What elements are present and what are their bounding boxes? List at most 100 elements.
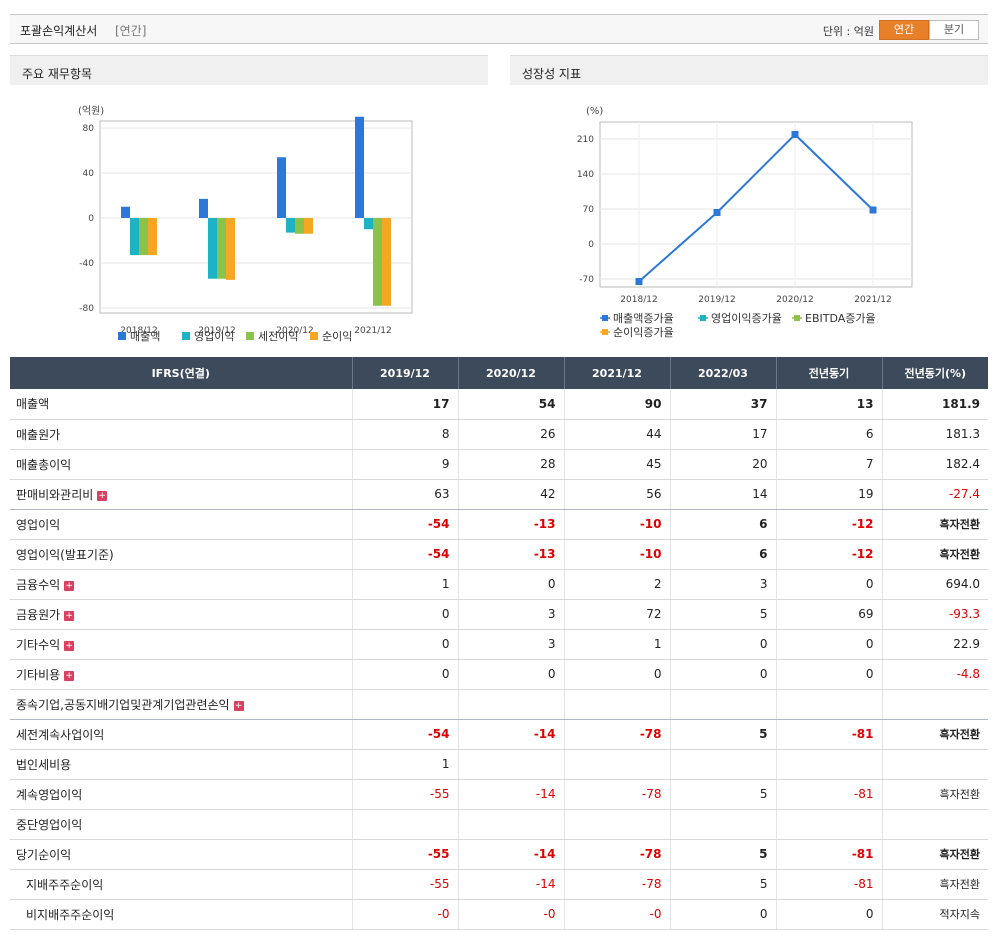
value-cell: -13 — [457, 539, 564, 570]
expand-plus-icon[interactable]: + — [97, 490, 108, 501]
value-cell: -14 — [457, 869, 564, 900]
expand-plus-icon[interactable]: + — [64, 640, 75, 651]
legend-label: 매출액 — [130, 330, 160, 343]
value-cell: -13 — [457, 509, 564, 540]
legend-label: 세전이익 — [258, 330, 298, 343]
value-cell: 181.3 — [881, 419, 988, 450]
value-cell — [457, 689, 564, 720]
value-cell: 1 — [351, 749, 458, 780]
row-label: 금융수익 — [16, 577, 61, 592]
row-label: 법인세비용 — [16, 757, 72, 772]
column-header: 전년동기(%) — [881, 357, 988, 389]
value-cell: 14 — [669, 479, 776, 510]
value-cell — [775, 809, 882, 840]
legend-label: 영업이익 — [194, 330, 234, 343]
value-cell: -4.8 — [881, 659, 988, 690]
expand-plus-icon[interactable]: + — [233, 700, 244, 711]
row-label: 세전계속사업이익 — [16, 727, 105, 742]
table-row: 세전계속사업이익 -54 -14 -78 5 -81 흑자전환 — [10, 719, 988, 750]
expand-plus-icon[interactable]: + — [64, 580, 75, 591]
value-cell: 72 — [563, 599, 670, 630]
row-label: 기타수익 — [16, 637, 61, 652]
table-row: 판매비와관리비 +63 42 56 14 19 -27.4 — [10, 479, 988, 510]
value-cell: 0 — [457, 659, 564, 690]
bar-0-1 — [199, 198, 208, 218]
table-row: 매출총이익 9 28 45 20 7 182.4 — [10, 449, 988, 480]
table-row: 법인세비용 1 — [10, 749, 988, 780]
row-label-cell: 매출원가 — [10, 419, 352, 450]
value-cell: 8 — [351, 419, 458, 450]
value-cell: -78 — [563, 839, 670, 870]
bar-1-0 — [130, 218, 139, 256]
value-cell: -93.3 — [881, 599, 988, 630]
row-label: 계속영업이익 — [16, 787, 83, 802]
value-cell: 1 — [351, 569, 458, 600]
value-cell — [457, 749, 564, 780]
row-label: 매출총이익 — [16, 457, 72, 472]
value-cell — [351, 689, 458, 720]
row-label-cell: 세전계속사업이익 — [10, 719, 352, 750]
value-cell: 0 — [351, 659, 458, 690]
value-cell: -81 — [775, 869, 882, 900]
row-label-cell: 당기순이익 — [10, 839, 352, 870]
table-row: 영업이익 -54 -13 -10 6 -12 흑자전환 — [10, 509, 988, 540]
value-cell: 13 — [775, 389, 882, 420]
y-tick-label: -70 — [579, 275, 594, 285]
expand-plus-icon[interactable]: + — [64, 610, 75, 621]
value-cell: 5 — [669, 719, 776, 750]
y-tick-label: 40 — [83, 169, 95, 179]
y-axis-unit: (%) — [586, 106, 603, 117]
bar-2-2 — [295, 218, 304, 234]
value-cell: 0 — [669, 629, 776, 660]
legend-label: 영업이익증가율 — [711, 312, 782, 325]
unit-label: 단위 : 억원 — [822, 25, 874, 38]
value-cell: 45 — [563, 449, 670, 480]
legend-marker — [700, 315, 706, 321]
bar-0-0 — [121, 206, 130, 218]
value-cell: 흑자전환 — [881, 719, 988, 750]
bar-3-0 — [148, 218, 157, 256]
value-cell: -12 — [775, 539, 882, 570]
bar-1-2 — [286, 218, 295, 233]
row-label: 중단영업이익 — [16, 817, 83, 832]
value-cell: -14 — [457, 719, 564, 750]
value-cell: 5 — [669, 779, 776, 810]
bar-0-3 — [355, 116, 364, 218]
value-cell: 0 — [351, 599, 458, 630]
y-axis-unit: (억원) — [78, 105, 104, 117]
value-cell — [563, 689, 670, 720]
value-cell: 1 — [563, 629, 670, 660]
value-cell: -55 — [351, 839, 458, 870]
value-cell: 17 — [669, 419, 776, 450]
row-label: 금융원가 — [16, 607, 61, 622]
table-row: 종속기업,공동지배기업및관계기업관련손익 + — [10, 689, 988, 720]
key-financials-title: 주요 재무항목 — [22, 67, 93, 81]
value-cell: 0 — [669, 899, 776, 930]
legend-swatch — [182, 332, 190, 340]
expand-plus-icon[interactable]: + — [64, 670, 75, 681]
row-label: 당기순이익 — [16, 847, 72, 862]
value-cell: 흑자전환 — [881, 779, 988, 810]
value-cell: 0 — [775, 629, 882, 660]
quarter-toggle-button[interactable]: 분기 — [929, 20, 979, 40]
column-header: 2019/12 — [351, 357, 458, 389]
value-cell: 0 — [457, 569, 564, 600]
value-cell: 5 — [669, 869, 776, 900]
legend-marker — [602, 315, 608, 321]
value-cell: -10 — [563, 509, 670, 540]
table-row: 금융원가 +0 3 72 5 69 -93.3 — [10, 599, 988, 630]
value-cell: 90 — [563, 389, 670, 420]
value-cell: -0 — [351, 899, 458, 930]
value-cell: 22.9 — [881, 629, 988, 660]
bar-2-0 — [139, 218, 148, 256]
value-cell: 5 — [669, 839, 776, 870]
value-cell: 181.9 — [881, 389, 988, 420]
annual-toggle-button[interactable]: 연간 — [879, 20, 929, 40]
value-cell — [669, 689, 776, 720]
row-label-cell: 영업이익 — [10, 509, 352, 540]
value-cell: 69 — [775, 599, 882, 630]
value-cell: -10 — [563, 539, 670, 570]
value-cell: 6 — [775, 419, 882, 450]
legend-label: 매출액증가율 — [613, 312, 674, 325]
x-tick-label: 2021/12 — [354, 326, 391, 336]
